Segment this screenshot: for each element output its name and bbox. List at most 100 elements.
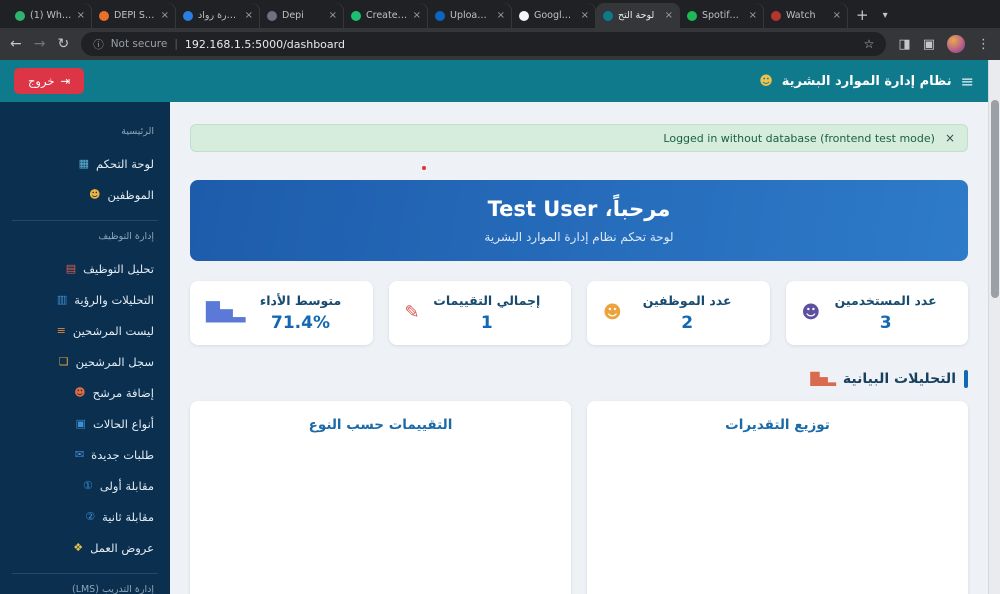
- google-favicon-icon: [519, 11, 529, 21]
- back-icon[interactable]: ←: [10, 37, 22, 51]
- forward-icon[interactable]: →: [34, 37, 46, 51]
- watch-favicon-icon: [771, 11, 781, 21]
- browser-tab-upload[interactable]: Upload pr ×: [428, 3, 512, 28]
- tab-close-icon[interactable]: ×: [833, 10, 841, 21]
- extensions-icon[interactable]: ▣: [923, 37, 935, 52]
- tab-label: مبادرة رواد: [198, 10, 240, 21]
- sidebar-item-label: تحليل التوظيف: [83, 262, 154, 276]
- alert-close-icon[interactable]: ×: [945, 131, 955, 145]
- browser-tab-spotify[interactable]: Spotify - V ×: [680, 3, 764, 28]
- stat-value: 3: [819, 313, 952, 333]
- upload-favicon-icon: [435, 11, 445, 21]
- page-content: ≡ نظام إدارة الموارد البشرية ☻ ⇥ خروج ال…: [0, 60, 988, 594]
- sidebar-item-analytics-insights[interactable]: التحليلات والرؤية ▥: [0, 284, 170, 315]
- alert-message: Logged in without database (frontend tes…: [663, 132, 935, 145]
- tab-label: (1) Whats: [30, 10, 72, 21]
- manager-icon: ☻: [759, 74, 773, 89]
- tab-close-icon[interactable]: ×: [665, 10, 673, 21]
- welcome-title: مرحباً، Test User: [210, 195, 948, 223]
- browser-tab-dashboard-active[interactable]: لوحة التح ×: [596, 3, 680, 28]
- tab-label: DEPI Stud: [114, 10, 156, 21]
- stat-text: إجمالي التقييمات 1: [419, 293, 555, 333]
- sidebar-item-candidates-record[interactable]: سجل المرشحين ❏: [0, 346, 170, 377]
- sidebar-item-status-types[interactable]: أنواع الحالات ▣: [0, 408, 170, 439]
- sidebar-item-label: مقابلة ثانية: [102, 510, 154, 524]
- tab-close-icon[interactable]: ×: [413, 10, 421, 21]
- employees-icon: ☻: [89, 189, 100, 200]
- browser-tab-create-gig[interactable]: Create Gig ×: [344, 3, 428, 28]
- hamburger-menu-icon[interactable]: ≡: [961, 72, 974, 91]
- dashboard-icon: ▦: [79, 158, 89, 169]
- browser-window: (1) Whats × DEPI Stud × مبادرة رواد × De…: [0, 0, 1000, 594]
- url-text[interactable]: 192.168.1.5:5000/dashboard: [185, 38, 345, 51]
- sidebar-item-job-offers[interactable]: عروض العمل ❖: [0, 532, 170, 563]
- browser-tab-google[interactable]: Google Ge ×: [512, 3, 596, 28]
- app-header: ≡ نظام إدارة الموارد البشرية ☻ ⇥ خروج: [0, 60, 988, 102]
- sidebar-item-first-interview[interactable]: مقابلة أولى ①: [0, 470, 170, 501]
- stat-text: عدد المستخدمين 3: [819, 293, 952, 333]
- tab-close-icon[interactable]: ×: [581, 10, 589, 21]
- gig-favicon-icon: [351, 11, 361, 21]
- mobadara-favicon-icon: [183, 11, 193, 21]
- stat-title: إجمالي التقييمات: [419, 293, 555, 309]
- briefcase-icon: ❖: [73, 542, 83, 553]
- bar-chart-icon: ▂▅█: [810, 372, 835, 386]
- sidebar-item-add-candidate[interactable]: إضافة مرشح ☻: [0, 377, 170, 408]
- bookmark-star-icon[interactable]: ☆: [864, 37, 875, 51]
- sidebar-item-label: لوحة التحكم: [96, 157, 154, 171]
- tab-close-icon[interactable]: ×: [245, 10, 253, 21]
- chart-title: توزيع التقديرات: [603, 417, 952, 433]
- tab-label: Depi: [282, 10, 324, 21]
- browser-tab-depi-studio[interactable]: DEPI Stud ×: [92, 3, 176, 28]
- number-one-icon: ①: [83, 480, 93, 491]
- sidebar-item-recruitment-analysis[interactable]: تحليل التوظيف ▤: [0, 253, 170, 284]
- toolbar-right-group: ◨ ▣ ⋮: [898, 35, 990, 53]
- browser-tab-watch[interactable]: Watch ×: [764, 3, 848, 28]
- sidebar-item-new-requests[interactable]: طلبات جديدة ✉: [0, 439, 170, 470]
- performance-chart-icon: ▂▅█: [206, 304, 245, 322]
- tab-label: Create Gig: [366, 10, 408, 21]
- side-panel-icon[interactable]: ◨: [898, 37, 910, 52]
- sidebar-item-label: إضافة مرشح: [93, 386, 154, 400]
- browser-tab-mobadara[interactable]: مبادرة رواد ×: [176, 3, 260, 28]
- analysis-chart-icon: ▤: [66, 263, 76, 274]
- sidebar-item-second-interview[interactable]: مقابلة ثانية ②: [0, 501, 170, 532]
- charts-section-header: التحليلات البيانية ▂▅█: [190, 369, 968, 389]
- tab-close-icon[interactable]: ×: [497, 10, 505, 21]
- browser-tab-whatsapp[interactable]: (1) Whats ×: [8, 3, 92, 28]
- new-tab-button[interactable]: +: [856, 6, 869, 24]
- users-icon: ☻: [802, 304, 820, 322]
- sidebar-item-employees[interactable]: الموظفين ☻: [0, 179, 170, 210]
- tab-close-icon[interactable]: ×: [329, 10, 337, 21]
- success-alert: × Logged in without database (frontend t…: [190, 124, 968, 152]
- sidebar-item-label: طلبات جديدة: [91, 448, 154, 462]
- scrollbar-thumb[interactable]: [991, 100, 999, 298]
- sidebar-divider: [12, 220, 158, 231]
- welcome-subtitle: لوحة تحكم نظام إدارة الموارد البشرية: [210, 228, 948, 246]
- address-bar[interactable]: ⓘ Not secure | 192.168.1.5:5000/dashboar…: [81, 32, 886, 56]
- stat-card-users: عدد المستخدمين 3 ☻: [786, 281, 969, 345]
- spotify-favicon-icon: [687, 11, 697, 21]
- stat-value: 2: [621, 313, 754, 333]
- charts-section-title: التحليلات البيانية: [843, 371, 956, 387]
- site-info-icon[interactable]: ⓘ: [93, 37, 104, 52]
- sidebar-item-label: مقابلة أولى: [100, 479, 154, 493]
- tab-close-icon[interactable]: ×: [749, 10, 757, 21]
- page-scrollbar[interactable]: [988, 60, 1000, 594]
- sidebar-item-dashboard[interactable]: لوحة التحكم ▦: [0, 148, 170, 179]
- evaluations-pencil-icon: ✎: [405, 304, 419, 322]
- browser-menu-icon[interactable]: ⋮: [977, 37, 990, 52]
- sidebar-item-candidates-list[interactable]: ليست المرشحين ≡: [0, 315, 170, 346]
- tab-label: لوحة التح: [618, 10, 660, 21]
- profile-avatar[interactable]: [947, 35, 965, 53]
- employee-icon: ☻: [603, 304, 621, 322]
- reload-icon[interactable]: ↻: [57, 37, 69, 51]
- tab-label: Spotify - V: [702, 10, 744, 21]
- tab-search-icon[interactable]: ▾: [883, 10, 888, 21]
- browser-tab-depi[interactable]: Depi ×: [260, 3, 344, 28]
- tab-close-icon[interactable]: ×: [161, 10, 169, 21]
- tab-close-icon[interactable]: ×: [77, 10, 85, 21]
- tab-label: Upload pr: [450, 10, 492, 21]
- logout-button[interactable]: ⇥ خروج: [14, 68, 84, 94]
- list-icon: ≡: [57, 325, 66, 336]
